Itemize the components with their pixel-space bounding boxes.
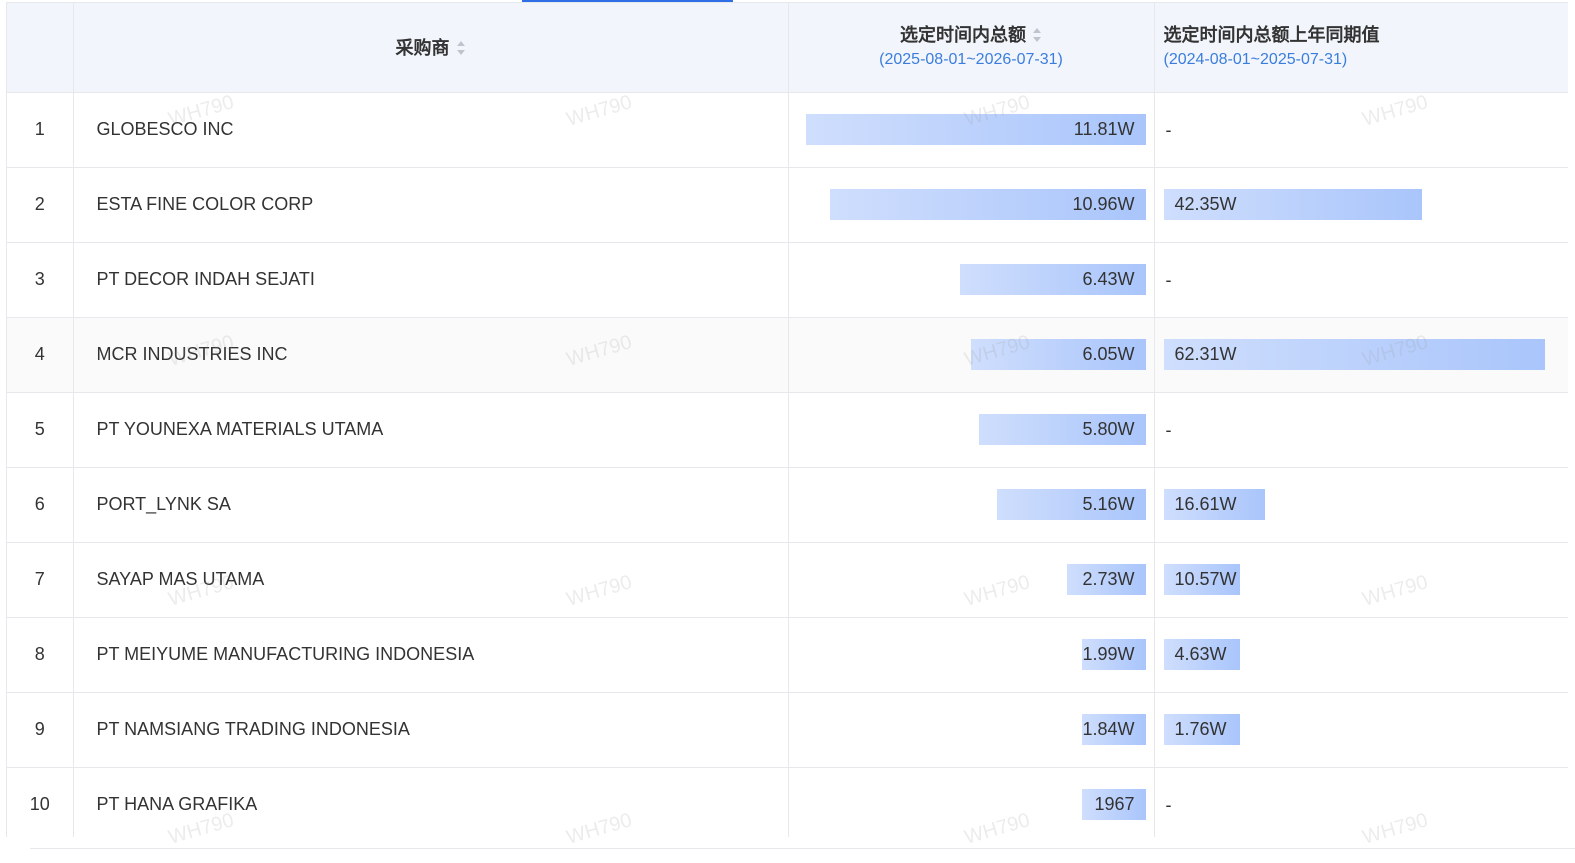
table-body: 1 GLOBESCO INC 11.81W -2 ESTA FINE COLOR COR…: [7, 92, 1568, 837]
table-row[interactable]: 7 SAYAP MAS UTAMA 2.73W 10.57W: [7, 542, 1568, 618]
buyers-table-container: 采购商 选定时间内总额 (2025-08-01~2026-07-31) 选定时间…: [6, 2, 1568, 837]
row-index: 5: [7, 392, 74, 468]
prev-total-bar: 10.57W: [1163, 563, 1240, 595]
current-total-bar: 1.84W: [1081, 713, 1146, 745]
current-total-bar: 10.96W: [829, 188, 1146, 220]
prev-total-header-label: 选定时间内总额上年同期值: [1163, 25, 1380, 46]
current-total-bar: 2.73W: [1066, 563, 1146, 595]
current-total-cell: 1.99W: [788, 617, 1155, 693]
buyer-name[interactable]: ESTA FINE COLOR CORP: [73, 167, 789, 243]
sort-icon[interactable]: [1032, 26, 1042, 44]
current-total-bar: 11.81W: [805, 113, 1146, 145]
table-row[interactable]: 3 PT DECOR INDAH SEJATI 6.43W -: [7, 242, 1568, 318]
empty-value: -: [1165, 794, 1172, 815]
current-total-column-header[interactable]: 选定时间内总额 (2025-08-01~2026-07-31): [788, 3, 1155, 93]
prev-total-cell: 10.57W: [1154, 542, 1568, 618]
empty-value: -: [1165, 419, 1172, 440]
row-index: 10: [7, 767, 74, 837]
row-index: 8: [7, 617, 74, 693]
row-index: 1: [7, 92, 74, 168]
table-row[interactable]: 8 PT MEIYUME MANUFACTURING INDONESIA 1.99W…: [7, 617, 1568, 693]
prev-total-cell: 42.35W: [1154, 167, 1568, 243]
current-total-cell: 5.80W: [788, 392, 1155, 468]
row-index: 4: [7, 317, 74, 393]
prev-total-cell: 62.31W: [1154, 317, 1568, 393]
current-total-cell: 2.73W: [788, 542, 1155, 618]
row-index: 7: [7, 542, 74, 618]
current-total-header-label: 选定时间内总额: [900, 25, 1026, 46]
row-index: 6: [7, 467, 74, 543]
table-row[interactable]: 2 ESTA FINE COLOR CORP 10.96W 42.35W: [7, 167, 1568, 243]
current-total-bar: 1967: [1081, 788, 1146, 820]
current-total-cell: 1967: [788, 767, 1155, 837]
table-row[interactable]: 10 PT HANA GRAFIKA 1967-: [7, 767, 1568, 837]
current-total-bar: 5.16W: [996, 488, 1146, 520]
prev-total-cell: -: [1154, 92, 1568, 168]
prev-total-cell: 4.63W: [1154, 617, 1568, 693]
table-row[interactable]: 6 PORT_LYNK SA 5.16W 16.61W: [7, 467, 1568, 543]
current-total-bar: 5.80W: [978, 413, 1146, 445]
table-row[interactable]: 1 GLOBESCO INC 11.81W -: [7, 92, 1568, 168]
row-index: 9: [7, 692, 74, 768]
prev-total-cell: 1.76W: [1154, 692, 1568, 768]
current-total-cell: 1.84W: [788, 692, 1155, 768]
prev-total-column-header: 选定时间内总额上年同期值 (2024-08-01~2025-07-31): [1154, 3, 1568, 93]
buyer-name[interactable]: PT HANA GRAFIKA: [73, 767, 789, 837]
buyer-name[interactable]: GLOBESCO INC: [73, 92, 789, 168]
empty-value: -: [1165, 269, 1172, 290]
buyer-column-header[interactable]: 采购商: [73, 3, 789, 93]
empty-value: -: [1165, 119, 1172, 140]
table-bottom-divider: [30, 848, 1575, 849]
buyer-name[interactable]: PORT_LYNK SA: [73, 467, 789, 543]
prev-total-cell: 16.61W: [1154, 467, 1568, 543]
buyer-name[interactable]: PT NAMSIANG TRADING INDONESIA: [73, 692, 789, 768]
current-total-cell: 6.05W: [788, 317, 1155, 393]
current-date-range: (2025-08-01~2026-07-31): [879, 51, 1063, 69]
current-total-cell: 5.16W: [788, 467, 1155, 543]
prev-total-cell: -: [1154, 392, 1568, 468]
prev-total-bar: 62.31W: [1163, 338, 1545, 370]
table-row[interactable]: 4 MCR INDUSTRIES INC 6.05W 62.31W: [7, 317, 1568, 393]
current-total-cell: 6.43W: [788, 242, 1155, 318]
buyer-name[interactable]: PT YOUNEXA MATERIALS UTAMA: [73, 392, 789, 468]
current-total-bar: 6.05W: [971, 338, 1146, 370]
buyer-name[interactable]: PT MEIYUME MANUFACTURING INDONESIA: [73, 617, 789, 693]
buyer-name[interactable]: PT DECOR INDAH SEJATI: [73, 242, 789, 318]
prev-total-cell: -: [1154, 767, 1568, 837]
table-row[interactable]: 9 PT NAMSIANG TRADING INDONESIA 1.84W 1.76W: [7, 692, 1568, 768]
index-column-header: [7, 3, 74, 93]
buyer-name[interactable]: SAYAP MAS UTAMA: [73, 542, 789, 618]
current-total-bar: 1.99W: [1081, 638, 1146, 670]
prev-total-bar: 4.63W: [1163, 638, 1240, 670]
table-row[interactable]: 5 PT YOUNEXA MATERIALS UTAMA 5.80W -: [7, 392, 1568, 468]
prev-total-bar: 42.35W: [1163, 188, 1423, 220]
table-header-row: 采购商 选定时间内总额 (2025-08-01~2026-07-31) 选定时间…: [7, 3, 1568, 93]
prev-total-bar: 1.76W: [1163, 713, 1240, 745]
prev-total-cell: -: [1154, 242, 1568, 318]
current-total-bar: 6.43W: [960, 263, 1146, 295]
current-total-cell: 11.81W: [788, 92, 1155, 168]
row-index: 2: [7, 167, 74, 243]
current-total-cell: 10.96W: [788, 167, 1155, 243]
row-index: 3: [7, 242, 74, 318]
prev-total-bar: 16.61W: [1163, 488, 1266, 520]
buyer-header-label: 采购商: [395, 38, 450, 59]
sort-icon[interactable]: [456, 39, 466, 57]
prev-date-range: (2024-08-01~2025-07-31): [1163, 51, 1348, 69]
buyer-name[interactable]: MCR INDUSTRIES INC: [73, 317, 789, 393]
buyers-table: 采购商 选定时间内总额 (2025-08-01~2026-07-31) 选定时间…: [7, 3, 1568, 837]
